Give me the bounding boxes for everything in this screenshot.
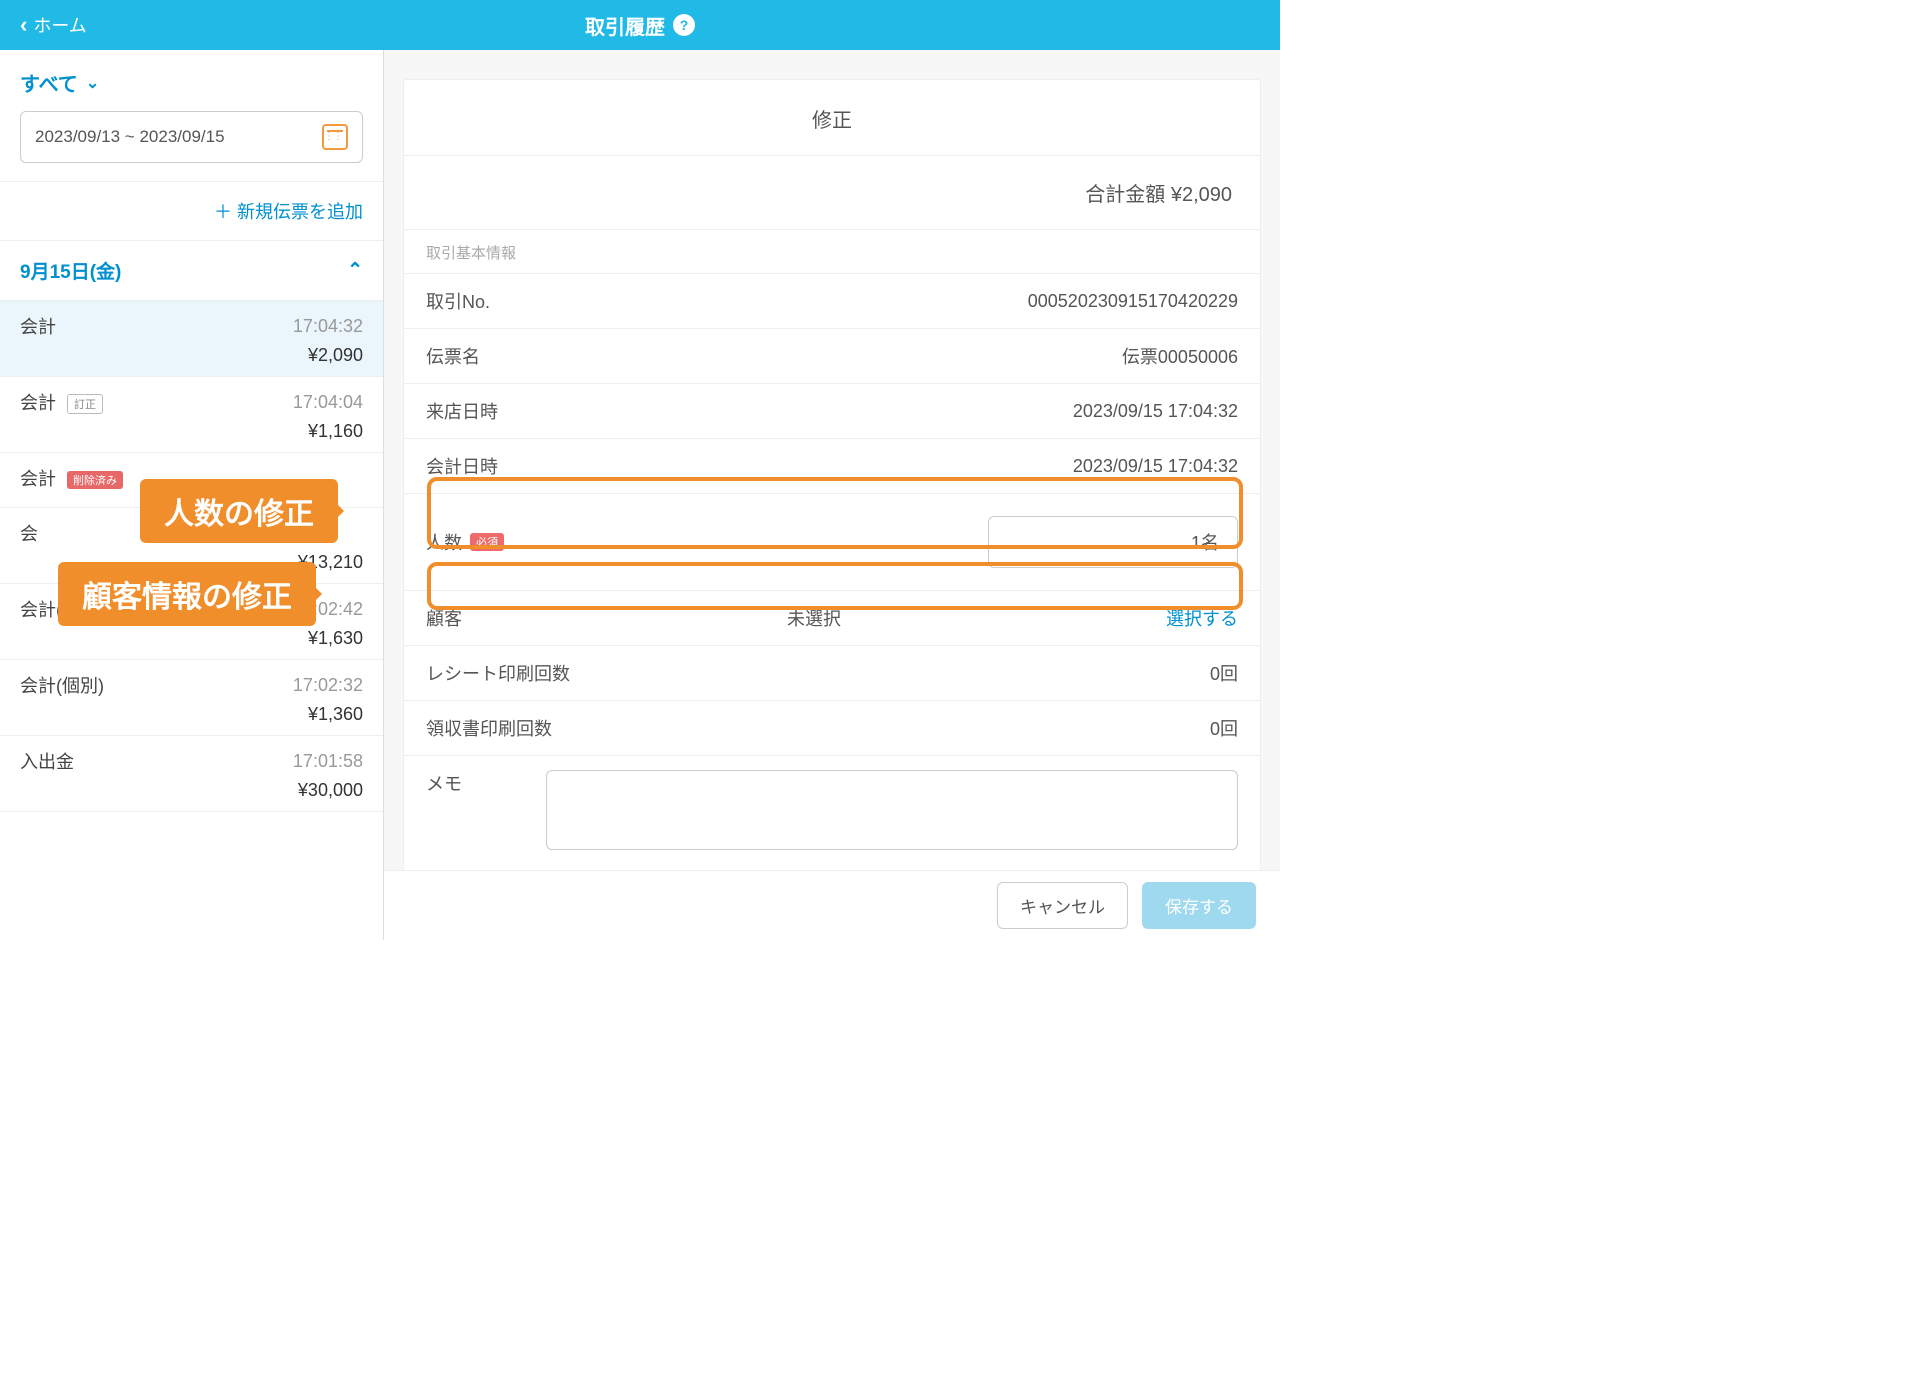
item-time: 17:01:58 (293, 751, 363, 772)
row-account-time: 会計日時 2023/09/15 17:04:32 (404, 438, 1260, 493)
back-label: ホーム (33, 12, 86, 38)
label: 来店日時 (426, 398, 498, 424)
customer-select-link[interactable]: 選択する (1166, 605, 1238, 631)
sidebar-item[interactable]: 会計 17:04:32 ¥2,090 (0, 301, 383, 377)
value: 000520230915170420229 (1028, 291, 1238, 312)
back-home-button[interactable]: ‹ ホーム (20, 12, 87, 38)
chevron-up-icon: ⌃ (347, 259, 363, 282)
value: 2023/09/15 17:04:32 (1073, 401, 1238, 422)
people-input[interactable]: 1名 (988, 516, 1238, 568)
item-type: 会計 (20, 469, 56, 489)
row-customer: 顧客 未選択 選択する (404, 590, 1260, 645)
date-range-input[interactable]: 2023/09/13 ~ 2023/09/15 (20, 111, 363, 163)
item-tag-deleted: 削除済み (67, 471, 123, 489)
memo-label: メモ (426, 770, 526, 796)
item-type: 入出金 (20, 752, 74, 772)
footer-bar: キャンセル 保存する (384, 870, 1280, 940)
filter-label: すべて (20, 68, 78, 97)
item-time: 17:04:04 (293, 392, 363, 413)
people-label: 人数 (426, 529, 462, 555)
cancel-button[interactable]: キャンセル (997, 882, 1128, 929)
memo-textarea[interactable] (546, 770, 1238, 850)
label: 会計日時 (426, 453, 498, 479)
item-amount: ¥2,090 (20, 339, 363, 366)
item-type: 会計(個別) (20, 676, 104, 696)
item-time: 17:04:32 (293, 316, 363, 337)
chevron-down-icon: ⌄ (86, 73, 99, 93)
sidebar-item[interactable]: 入出金 17:01:58 ¥30,000 (0, 736, 383, 812)
row-slip-name: 伝票名 伝票00050006 (404, 328, 1260, 383)
value: 2023/09/15 17:04:32 (1073, 456, 1238, 477)
item-type: 会 (20, 524, 38, 544)
callout-people: 人数の修正 (140, 479, 338, 543)
sidebar-item[interactable]: 会計 訂正 17:04:04 ¥1,160 (0, 377, 383, 453)
page-title: 取引履歴 (585, 11, 665, 40)
customer-label: 顧客 (426, 605, 462, 631)
chevron-left-icon: ‹ (20, 12, 27, 38)
row-memo: メモ (404, 755, 1260, 864)
total-value: ¥2,090 (1171, 184, 1232, 206)
save-button[interactable]: 保存する (1142, 882, 1256, 929)
item-time: 17:02:32 (293, 675, 363, 696)
item-amount: ¥1,160 (20, 415, 363, 442)
total-label: 合計金額 (1085, 184, 1165, 206)
customer-value: 未選択 (462, 605, 1166, 631)
value: 0回 (1210, 660, 1238, 686)
item-amount: ¥30,000 (20, 774, 363, 801)
callout-customer: 顧客情報の修正 (58, 562, 316, 626)
row-visit-time: 来店日時 2023/09/15 17:04:32 (404, 383, 1260, 438)
label: 伝票名 (426, 343, 480, 369)
label: 領収書印刷回数 (426, 715, 552, 741)
date-group-label: 9月15日(金) (20, 257, 121, 284)
total-row: 合計金額 ¥2,090 (404, 156, 1260, 230)
item-tag-corrected: 訂正 (67, 394, 103, 414)
section-label: 取引基本情報 (404, 230, 1260, 273)
row-transaction-no: 取引No. 000520230915170420229 (404, 273, 1260, 328)
value: 0回 (1210, 715, 1238, 741)
detail-pane: 修正 合計金額 ¥2,090 取引基本情報 取引No. 000520230915… (384, 50, 1280, 940)
title-bar: ‹ ホーム 取引履歴 ? (0, 0, 1280, 50)
item-type: 会計 (20, 317, 56, 337)
row-receipt-count: レシート印刷回数 0回 (404, 645, 1260, 700)
edit-panel: 修正 合計金額 ¥2,090 取引基本情報 取引No. 000520230915… (404, 80, 1260, 884)
date-group-header[interactable]: 9月15日(金) ⌃ (0, 241, 383, 301)
row-invoice-count: 領収書印刷回数 0回 (404, 700, 1260, 755)
value: 伝票00050006 (1122, 343, 1238, 369)
panel-title: 修正 (404, 80, 1260, 156)
row-people: 人数 必須 1名 (404, 493, 1260, 590)
item-type: 会計 (20, 393, 56, 413)
label: レシート印刷回数 (426, 660, 570, 686)
filter-dropdown[interactable]: すべて ⌄ (0, 50, 383, 111)
label: 取引No. (426, 288, 490, 314)
add-slip-button[interactable]: ＋ 新規伝票を追加 (0, 181, 383, 241)
sidebar-item[interactable]: 会計(個別) 17:02:32 ¥1,360 (0, 660, 383, 736)
page-title-group: 取引履歴 ? (585, 11, 695, 40)
help-icon[interactable]: ? (673, 14, 695, 36)
required-badge: 必須 (470, 533, 504, 551)
item-amount: ¥1,360 (20, 698, 363, 725)
item-amount: ¥1,630 (20, 622, 363, 649)
calendar-icon[interactable] (322, 124, 348, 150)
date-range-value: 2023/09/13 ~ 2023/09/15 (35, 127, 225, 147)
